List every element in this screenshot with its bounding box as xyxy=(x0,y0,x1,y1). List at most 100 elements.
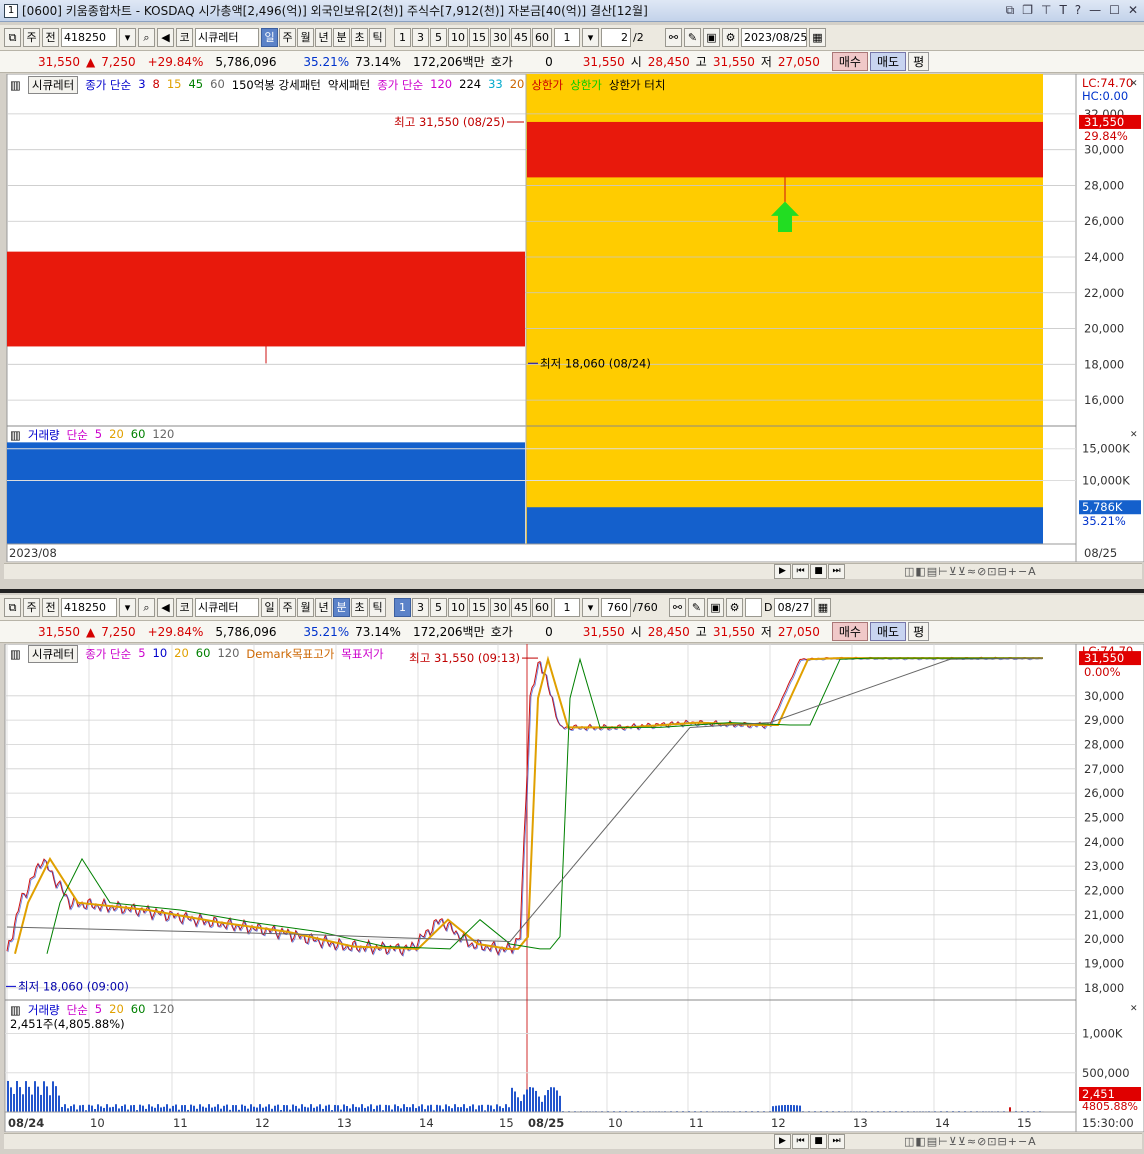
top-scrollbar[interactable]: ▶ ⏮ ■ ⏭ ◫◧▤⊢⊻⊻≈⊘⊡⊟+−A xyxy=(4,563,1142,579)
bottom-tool-icons[interactable]: ◫◧▤⊢⊻⊻≈⊘⊡⊟+−A xyxy=(904,1135,1037,1148)
stock-code-input[interactable]: 418250 xyxy=(61,598,117,617)
unit-spinner-icon[interactable]: ▾ xyxy=(582,598,599,617)
period-select[interactable]: 주 xyxy=(23,28,40,47)
interval-45[interactable]: 45 xyxy=(511,28,531,47)
code-dropdown-icon[interactable]: ▾ xyxy=(119,598,136,617)
minute-line-chart[interactable]: 30,000 29,000 28,000 27,000 26,000 25,000 24,0… xyxy=(0,644,1144,1132)
candle-body[interactable] xyxy=(527,121,1043,178)
page-input[interactable]: 760 xyxy=(601,598,631,617)
flat-button[interactable]: 평 xyxy=(908,622,930,641)
interval-60[interactable]: 60 xyxy=(532,28,552,47)
chart-menu-icon[interactable]: ⧉ xyxy=(4,28,21,47)
date-input[interactable]: 08/27 xyxy=(774,598,813,617)
calendar-icon[interactable]: ▦ xyxy=(814,598,832,617)
volume-bar[interactable] xyxy=(7,442,525,544)
market-icon[interactable]: 코 xyxy=(176,598,193,617)
period-select[interactable]: 주 xyxy=(23,598,40,617)
speaker-icon[interactable]: ◀ xyxy=(157,598,174,617)
play-icon[interactable]: ▶ xyxy=(774,564,791,579)
unit-spinner-icon[interactable]: ▾ xyxy=(582,28,599,47)
interval-10[interactable]: 10 xyxy=(448,598,468,617)
gear-icon[interactable]: ⚙ xyxy=(726,598,743,617)
period-tab-4[interactable]: 분 xyxy=(333,598,350,617)
prev-button[interactable]: 전 xyxy=(42,28,59,47)
interval-1[interactable]: 1 xyxy=(394,598,411,617)
period-tab-5[interactable]: 초 xyxy=(351,598,368,617)
pane-close-icon[interactable]: ✕ xyxy=(1130,1004,1138,1014)
prev-button[interactable]: 전 xyxy=(42,598,59,617)
sell-button[interactable]: 매도 xyxy=(869,622,907,641)
bottom-scrollbar[interactable]: ▶ ⏮ ■ ⏭ ◫◧▤⊢⊻⊻≈⊘⊡⊟+−A xyxy=(4,1133,1142,1149)
interval-30[interactable]: 30 xyxy=(490,598,510,617)
link-icon[interactable]: ⚯ xyxy=(665,28,682,47)
interval-15[interactable]: 15 xyxy=(469,28,489,47)
draw-icon[interactable]: ✎ xyxy=(688,598,705,617)
daily-candle-chart[interactable]: 32,00030,00028,00026,00024,00022,00020,0… xyxy=(0,74,1144,562)
interval-45[interactable]: 45 xyxy=(511,598,531,617)
bottom-legend-stock[interactable]: 시큐레터 xyxy=(27,645,79,663)
save-icon[interactable]: ▣ xyxy=(707,598,724,617)
period-tab-0[interactable]: 일 xyxy=(261,28,278,47)
first-icon[interactable]: ⏮ xyxy=(792,564,809,579)
interval-3[interactable]: 3 xyxy=(412,598,429,617)
interval-3[interactable]: 3 xyxy=(412,28,429,47)
stock-name-field[interactable]: 시큐레터 xyxy=(195,598,259,617)
font-icon[interactable]: T xyxy=(1059,3,1066,18)
speaker-icon[interactable]: ◀ xyxy=(157,28,174,47)
window-tile-icon[interactable]: ⧉ xyxy=(1006,3,1015,18)
sell-button[interactable]: 매도 xyxy=(869,52,907,71)
maximize-icon[interactable]: ☐ xyxy=(1109,3,1120,18)
period-tab-2[interactable]: 월 xyxy=(297,28,314,47)
minimize-icon[interactable]: — xyxy=(1089,3,1101,18)
period-tab-3[interactable]: 년 xyxy=(315,28,332,47)
interval-10[interactable]: 10 xyxy=(448,28,468,47)
period-tab-5[interactable]: 초 xyxy=(351,28,368,47)
interval-1[interactable]: 1 xyxy=(394,28,411,47)
period-tab-1[interactable]: 주 xyxy=(279,598,296,617)
search-icon[interactable]: ⌕ xyxy=(138,598,155,617)
top-legend-stock[interactable]: 시큐레터 xyxy=(27,76,79,94)
first-icon[interactable]: ⏮ xyxy=(792,1134,809,1149)
unit-input[interactable]: 1 xyxy=(554,598,580,617)
interval-15[interactable]: 15 xyxy=(469,598,489,617)
flat-button[interactable]: 평 xyxy=(908,52,930,71)
period-tab-6[interactable]: 틱 xyxy=(369,28,386,47)
calendar-icon[interactable]: ▦ xyxy=(809,28,826,47)
unit-input[interactable]: 1 xyxy=(554,28,580,47)
period-tab-0[interactable]: 일 xyxy=(261,598,278,617)
search-icon[interactable]: ⌕ xyxy=(138,28,155,47)
last-icon[interactable]: ⏭ xyxy=(828,1134,845,1149)
stop-icon[interactable]: ■ xyxy=(810,1134,827,1149)
period-tab-3[interactable]: 년 xyxy=(315,598,332,617)
market-icon[interactable]: 코 xyxy=(176,28,193,47)
interval-60[interactable]: 60 xyxy=(532,598,552,617)
stop-icon[interactable]: ■ xyxy=(810,564,827,579)
buy-button[interactable]: 매수 xyxy=(831,622,868,641)
pane-close-icon[interactable]: ✕ xyxy=(1130,79,1138,89)
gear-icon[interactable]: ⚙ xyxy=(722,28,739,47)
page-input[interactable]: 2 xyxy=(601,28,631,47)
period-tab-1[interactable]: 주 xyxy=(279,28,296,47)
play-icon[interactable]: ▶ xyxy=(774,1134,791,1149)
code-dropdown-icon[interactable]: ▾ xyxy=(119,28,136,47)
buy-button[interactable]: 매수 xyxy=(831,52,868,71)
help-icon[interactable]: ? xyxy=(1075,3,1081,18)
window-restore-icon[interactable]: ❐ xyxy=(1022,3,1033,18)
period-tab-6[interactable]: 틱 xyxy=(369,598,386,617)
date-input[interactable]: 2023/08/25 xyxy=(741,28,807,47)
save-icon[interactable]: ▣ xyxy=(703,28,720,47)
stock-code-input[interactable]: 418250 xyxy=(61,28,117,47)
link-icon[interactable]: ⚯ xyxy=(669,598,686,617)
interval-5[interactable]: 5 xyxy=(430,598,447,617)
pane-close-icon[interactable]: ✕ xyxy=(1130,430,1138,440)
date-checkbox[interactable] xyxy=(745,598,762,617)
draw-icon[interactable]: ✎ xyxy=(684,28,701,47)
chart-menu-icon[interactable]: ⧉ xyxy=(4,598,21,617)
stock-name-field[interactable]: 시큐레터 xyxy=(195,28,259,47)
interval-5[interactable]: 5 xyxy=(430,28,447,47)
candle-body[interactable] xyxy=(7,251,525,347)
top-tool-icons[interactable]: ◫◧▤⊢⊻⊻≈⊘⊡⊟+−A xyxy=(904,565,1037,578)
close-icon[interactable]: ✕ xyxy=(1128,3,1138,18)
period-tab-2[interactable]: 월 xyxy=(297,598,314,617)
interval-30[interactable]: 30 xyxy=(490,28,510,47)
